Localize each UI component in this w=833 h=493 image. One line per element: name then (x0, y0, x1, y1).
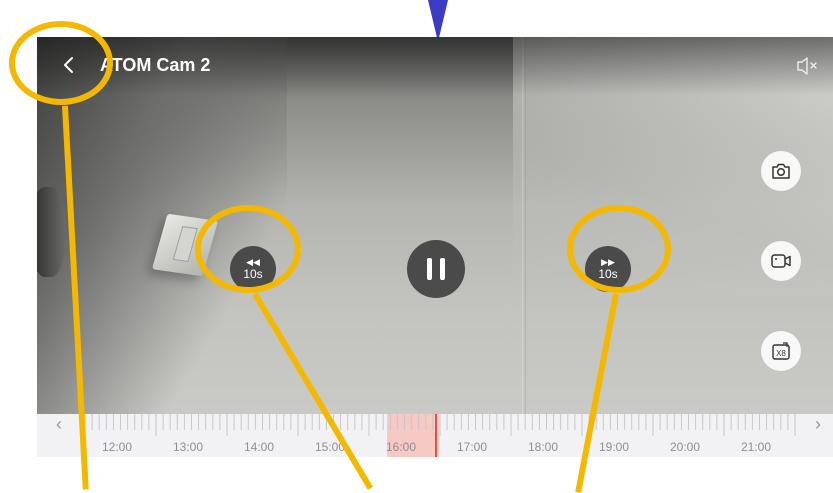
timeline-hour-label: 19:00 (599, 440, 629, 454)
speed-label: X8 (776, 349, 786, 358)
speed-x8-icon: X8 (772, 342, 790, 360)
camera-icon (772, 163, 790, 179)
annotation-circle-rewind (195, 205, 301, 293)
annotation-circle-back (9, 21, 113, 105)
timeline-track[interactable]: 12:00 13:00 14:00 15:00 16:00 17:00 18:00 19:00… (85, 414, 797, 457)
camera-player: ATOM Cam 2 ◀◀ 10s ▶▶ 10s X8 ‹ 12:00 13:0… (37, 37, 833, 457)
pause-button[interactable] (407, 240, 465, 298)
timeline-bar: ‹ 12:00 13:00 14:00 15:00 16:00 17:00 18:00 19:… (37, 414, 833, 457)
timeline-hour-label: 20:00 (670, 440, 700, 454)
video-feed[interactable]: ATOM Cam 2 ◀◀ 10s ▶▶ 10s X8 (37, 37, 833, 414)
pointer-arrow-annotation (428, 0, 448, 42)
snapshot-button[interactable] (761, 151, 801, 191)
camera-title: ATOM Cam 2 (100, 55, 211, 75)
timeline-next-button[interactable]: › (808, 414, 828, 457)
timeline-hour-label: 18:00 (528, 440, 558, 454)
timeline-hour-label: 17:00 (457, 440, 487, 454)
record-button[interactable] (761, 241, 801, 281)
timeline-hour-label: 14:00 (244, 440, 274, 454)
ceiling-lamp (37, 187, 65, 277)
timeline-hour-label: 21:00 (741, 440, 771, 454)
speed-x8-button[interactable]: X8 (761, 331, 801, 371)
chevron-right-icon: › (815, 414, 821, 434)
mute-button[interactable] (795, 55, 821, 77)
timeline-hour-label: 12:00 (102, 440, 132, 454)
speaker-mute-icon (797, 57, 817, 75)
timeline-hour-label: 13:00 (173, 440, 203, 454)
annotation-circle-forward (567, 205, 671, 293)
player-header: ATOM Cam 2 (37, 37, 833, 95)
chevron-left-icon: ‹ (56, 414, 62, 434)
timeline-prev-button[interactable]: ‹ (49, 414, 69, 457)
timeline-ruler: 12:00 13:00 14:00 15:00 16:00 17:00 18:00 19:00… (85, 414, 796, 457)
timeline-hour-label: 16:00 (386, 440, 416, 454)
video-record-icon (771, 254, 791, 268)
